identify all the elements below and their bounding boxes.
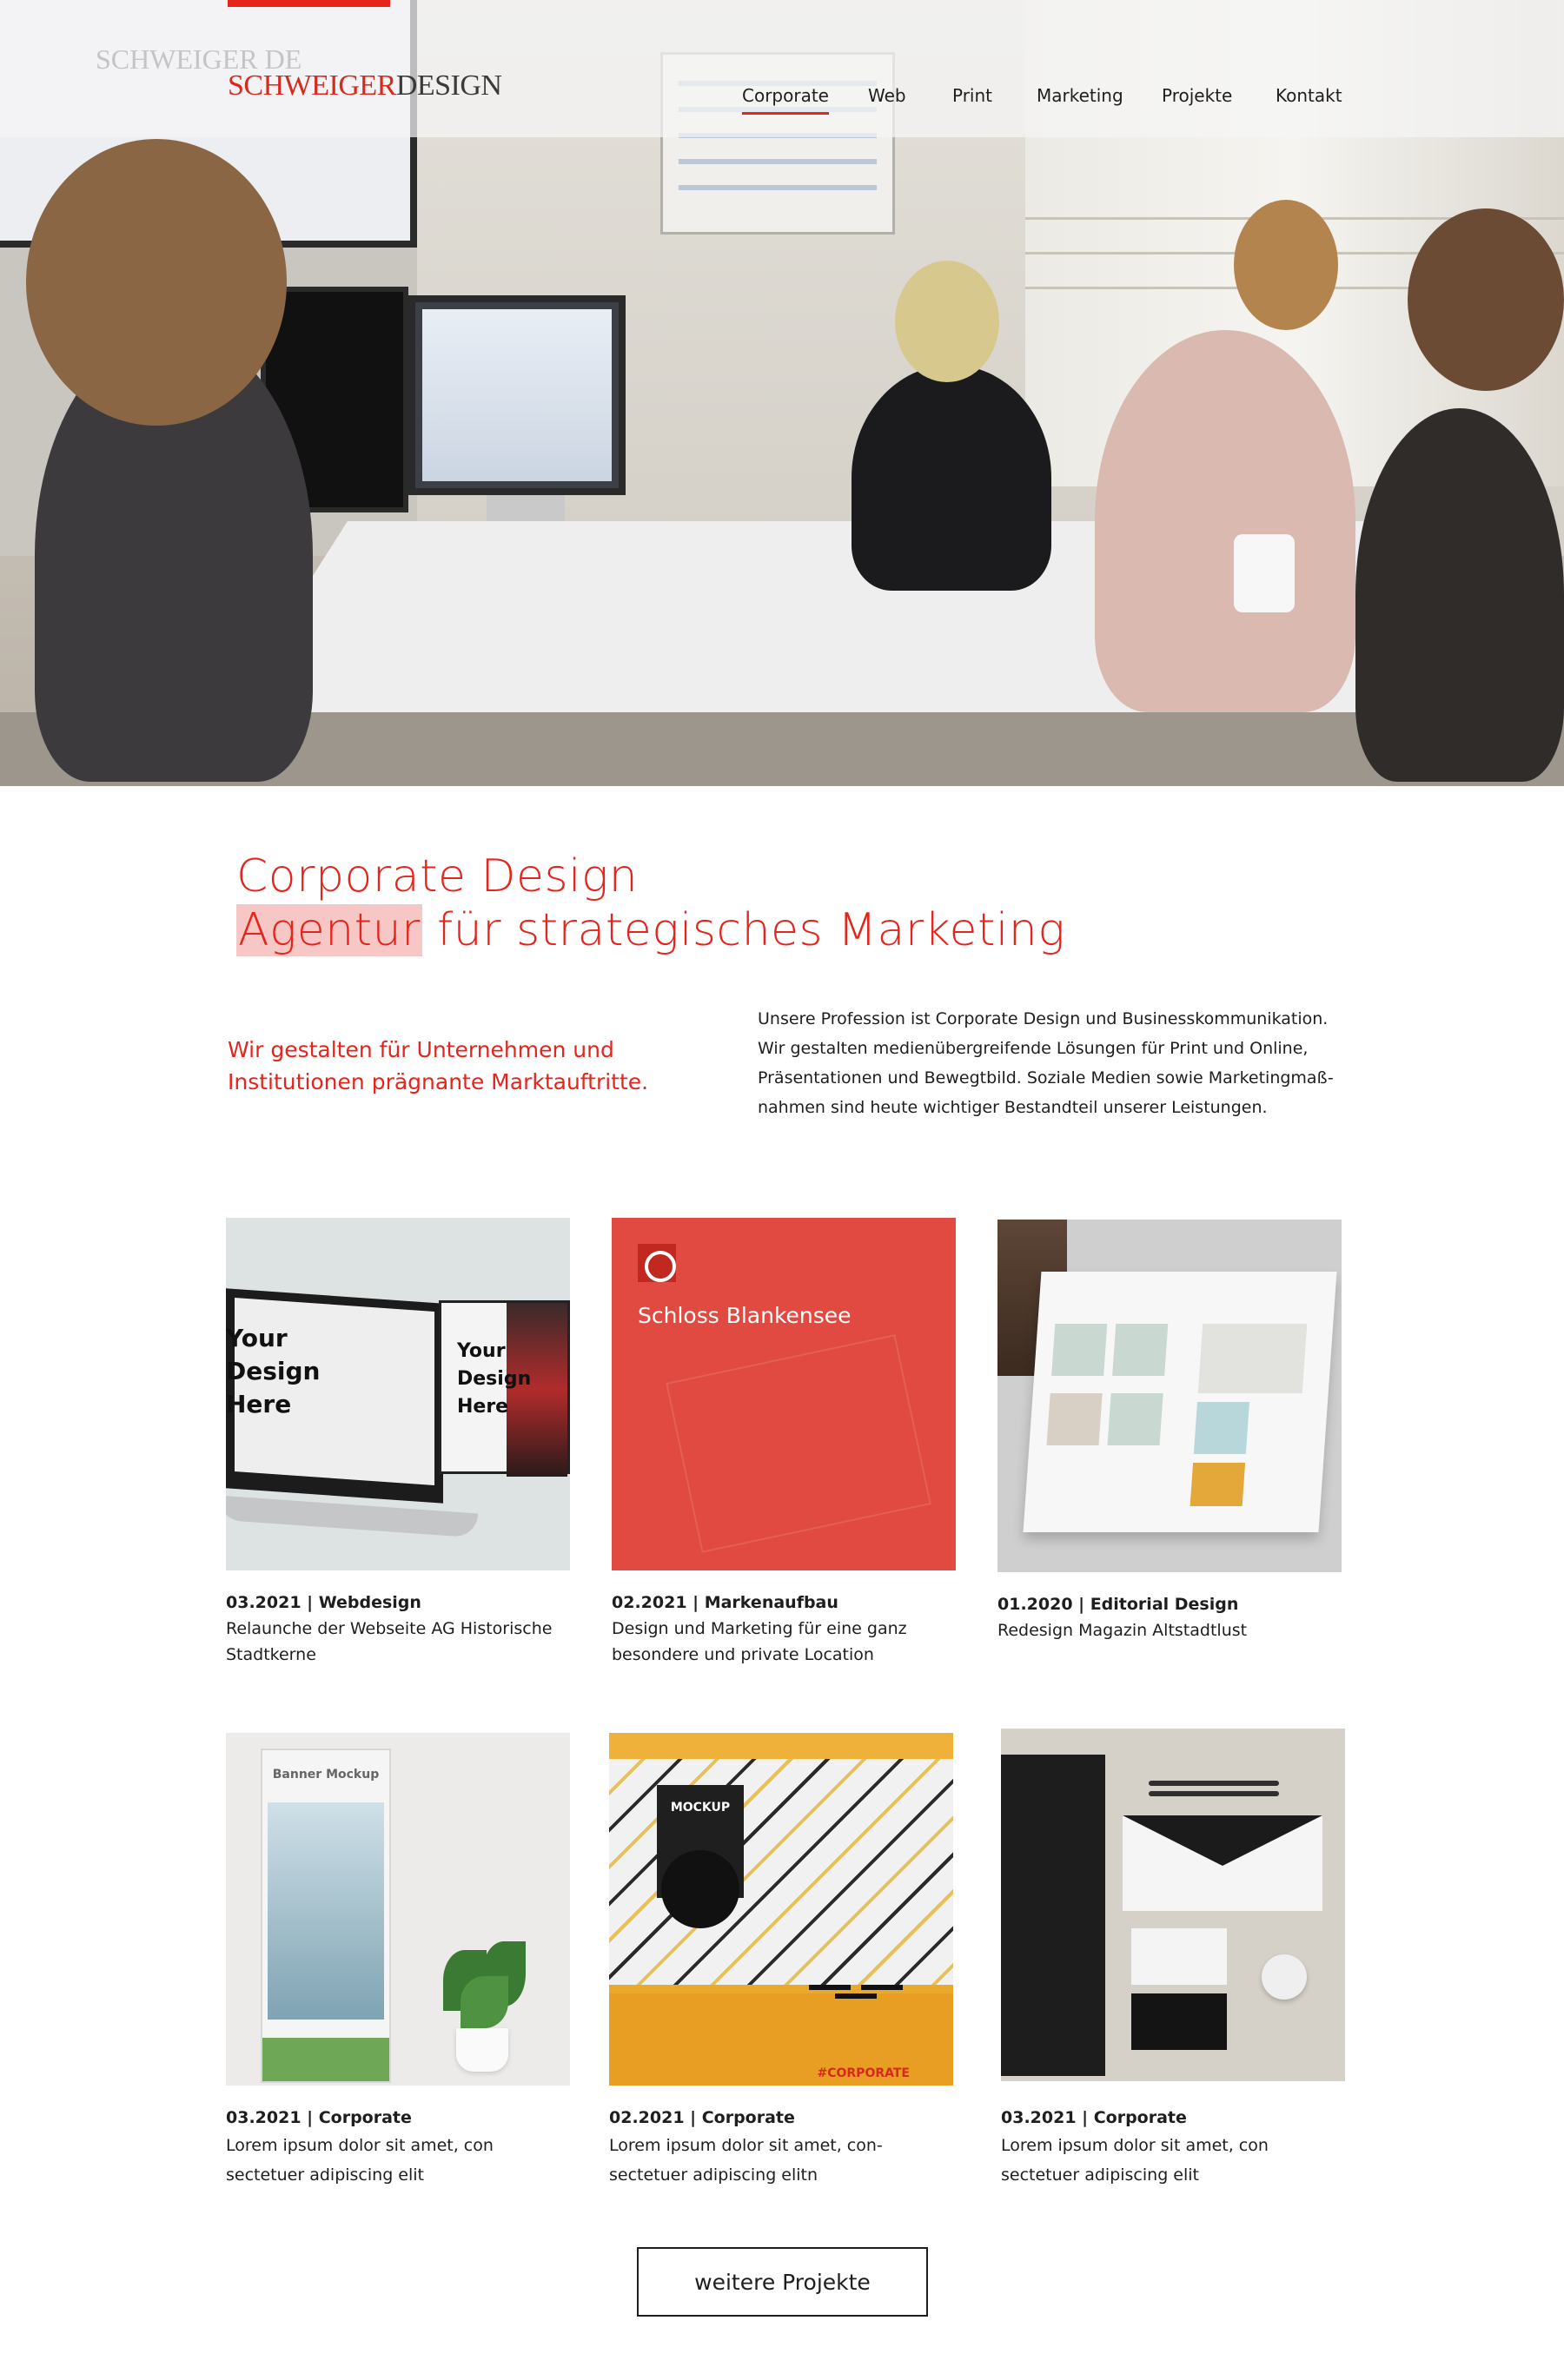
hero-image: SCHWEIGER DE SCHWEIGERDESIGN Corporate W…: [0, 0, 1564, 786]
project-image: Schloss Blankensee: [612, 1218, 956, 1570]
embossed-card: [666, 1334, 931, 1553]
nav-web[interactable]: Web: [868, 85, 906, 106]
magazine-tile: [1046, 1393, 1103, 1445]
project-card-editorial[interactable]: 01.2020 | Editorial Design Redesign Maga…: [997, 1220, 1342, 1643]
project-desc-line: Relaunche der Webseite AG Historische: [226, 1619, 553, 1638]
project-desc-line: besondere und private Location: [612, 1645, 874, 1664]
title-line-2: für strategisches Marketing: [421, 904, 1066, 956]
poster-text-line: Here: [457, 1396, 509, 1418]
envelope-mockup: [1123, 1815, 1322, 1911]
poster-text-line: Your: [457, 1340, 506, 1362]
project-desc-line: Redesign Magazin Altstadtlust: [997, 1621, 1248, 1640]
hero-person-2: [852, 365, 1051, 591]
project-meta: 03.2021 | Corporate: [1001, 2108, 1187, 2127]
project-desc-line: sectetuer adipiscing elitn: [609, 2165, 818, 2185]
magazine-tile: [1107, 1393, 1163, 1445]
poster-text: Your Design Here: [457, 1338, 531, 1421]
plant: [434, 1941, 530, 2072]
project-image-title: Schloss Blankensee: [638, 1303, 852, 1328]
hero-person-2-head: [895, 261, 999, 382]
pencil: [1149, 1791, 1279, 1796]
schloss-logo-icon: [638, 1244, 676, 1282]
intro-lead: Wir gestalten für Unternehmen und Instit…: [228, 1037, 649, 1094]
banner-mockup: Banner Mockup: [261, 1749, 391, 2083]
mockup-text-line: Here: [226, 1390, 292, 1418]
project-image: MOCKUP #CORPORATE: [609, 1733, 953, 2086]
hero-person-4-head: [1408, 208, 1564, 391]
project-meta: 02.2021 | Markenaufbau: [612, 1593, 838, 1612]
nav-marketing[interactable]: Marketing: [1037, 85, 1123, 106]
intro-body-line: Präsentationen und Bewegtbild. Soziale M…: [758, 1068, 1334, 1088]
project-card-stationery[interactable]: 03.2021 | Corporate Lorem ipsum dolor si…: [1001, 1729, 1345, 2190]
intro-body-line: Unsere Profession ist Corporate Design u…: [758, 1009, 1329, 1028]
logo[interactable]: SCHWEIGERDESIGN: [228, 71, 502, 101]
hero-person-1-head: [26, 139, 287, 426]
plant-pot: [456, 2028, 508, 2072]
project-image: Banner Mockup: [226, 1733, 570, 2086]
project-desc-line: Design und Marketing für eine ganz: [612, 1619, 907, 1638]
banner-photo: [268, 1802, 384, 2020]
banner-footer: [262, 2038, 389, 2081]
button-badge: [1262, 1954, 1307, 2000]
nav-kontakt[interactable]: Kontakt: [1276, 85, 1342, 106]
hero-person-3: [1095, 330, 1355, 712]
hero-person-4: [1355, 408, 1564, 782]
project-meta: 03.2021 | Webdesign: [226, 1593, 421, 1612]
logo-part-1: SCHWEIGER: [228, 69, 396, 102]
mockup-text-line: Design: [226, 1357, 321, 1385]
title-line-1: Corporate Design: [236, 850, 639, 902]
project-image: [997, 1220, 1342, 1572]
poster-text-line: Design: [457, 1368, 532, 1390]
project-image: Your Design Here Your Design Here: [226, 1218, 570, 1570]
nav-print[interactable]: Print: [952, 85, 992, 106]
project-meta: 02.2021 | Corporate: [609, 2108, 795, 2127]
magazine-tile: [1051, 1324, 1108, 1376]
magazine-mockup: [1023, 1272, 1337, 1532]
project-desc-line: Lorem ipsum dolor sit amet, con: [226, 2136, 494, 2155]
project-card-banner[interactable]: Banner Mockup 03.2021 | Corporate Lorem …: [226, 1733, 570, 2190]
page-title: Corporate Design Agentur für strategisch…: [236, 850, 1366, 957]
project-meta: 03.2021 | Corporate: [226, 2108, 412, 2127]
project-desc-line: Lorem ipsum dolor sit amet, con: [1001, 2136, 1269, 2155]
hero-person-3-head: [1234, 200, 1338, 330]
business-card-black: [1131, 1993, 1227, 2050]
logo-part-2: DESIGN: [395, 69, 502, 102]
intro-body-line: nahmen sind heute wichtiger Bestandteil …: [758, 1098, 1268, 1117]
mockup-poster-circle: [661, 1850, 739, 1928]
more-projects-button[interactable]: weitere Projekte: [637, 2247, 928, 2317]
mockup-poster-label: MOCKUP: [670, 1801, 731, 1815]
project-desc-line: Stadtkerne: [226, 1645, 316, 1664]
intro-body-line: Wir gestalten medienübergreifende Lösung…: [758, 1039, 1309, 1058]
envelope-flap: [1123, 1815, 1322, 1866]
hero-monitor-right: [408, 295, 626, 495]
mockup-text: Your Design Here: [226, 1322, 320, 1421]
brand-accent-bar: [228, 0, 390, 7]
project-desc-line: sectetuer adipiscing elit: [1001, 2165, 1199, 2185]
project-card-markenaufbau[interactable]: Schloss Blankensee 02.2021 | Markenaufba…: [612, 1218, 956, 1668]
letterhead-mockup: [1001, 1755, 1105, 2076]
mockup-tag: #CORPORATE: [817, 2066, 911, 2080]
project-desc-line: Lorem ipsum dolor sit amet, con-: [609, 2136, 883, 2155]
banner-label: Banner Mockup: [272, 1768, 380, 1782]
project-card-mockup[interactable]: MOCKUP #CORPORATE 02.2021 | Corporate Lo…: [609, 1733, 953, 2190]
project-meta: 01.2020 | Editorial Design: [997, 1595, 1239, 1614]
title-highlight: Agentur: [236, 904, 422, 956]
intro-body: Unsere Profession ist Corporate Design u…: [758, 1004, 1349, 1122]
poster-mockup: Your Design Here: [439, 1300, 570, 1477]
project-image: [1001, 1729, 1345, 2081]
nav-projekte[interactable]: Projekte: [1162, 85, 1232, 106]
hero-mug: [1234, 534, 1295, 612]
mockup-text-line: Your: [226, 1324, 288, 1352]
plant-leaf: [461, 1976, 508, 2028]
stool: [835, 1993, 877, 2054]
magazine-tile: [1193, 1402, 1249, 1454]
nav-corporate[interactable]: Corporate: [742, 85, 829, 115]
project-card-webdesign[interactable]: Your Design Here Your Design Here 03.202…: [226, 1218, 570, 1668]
pencil: [1149, 1781, 1279, 1786]
magazine-tile: [1112, 1324, 1169, 1376]
magazine-tile: [1190, 1463, 1246, 1506]
project-desc-line: sectetuer adipiscing elit: [226, 2165, 424, 2185]
business-card-white: [1131, 1928, 1227, 1985]
magazine-tile: [1197, 1324, 1308, 1393]
